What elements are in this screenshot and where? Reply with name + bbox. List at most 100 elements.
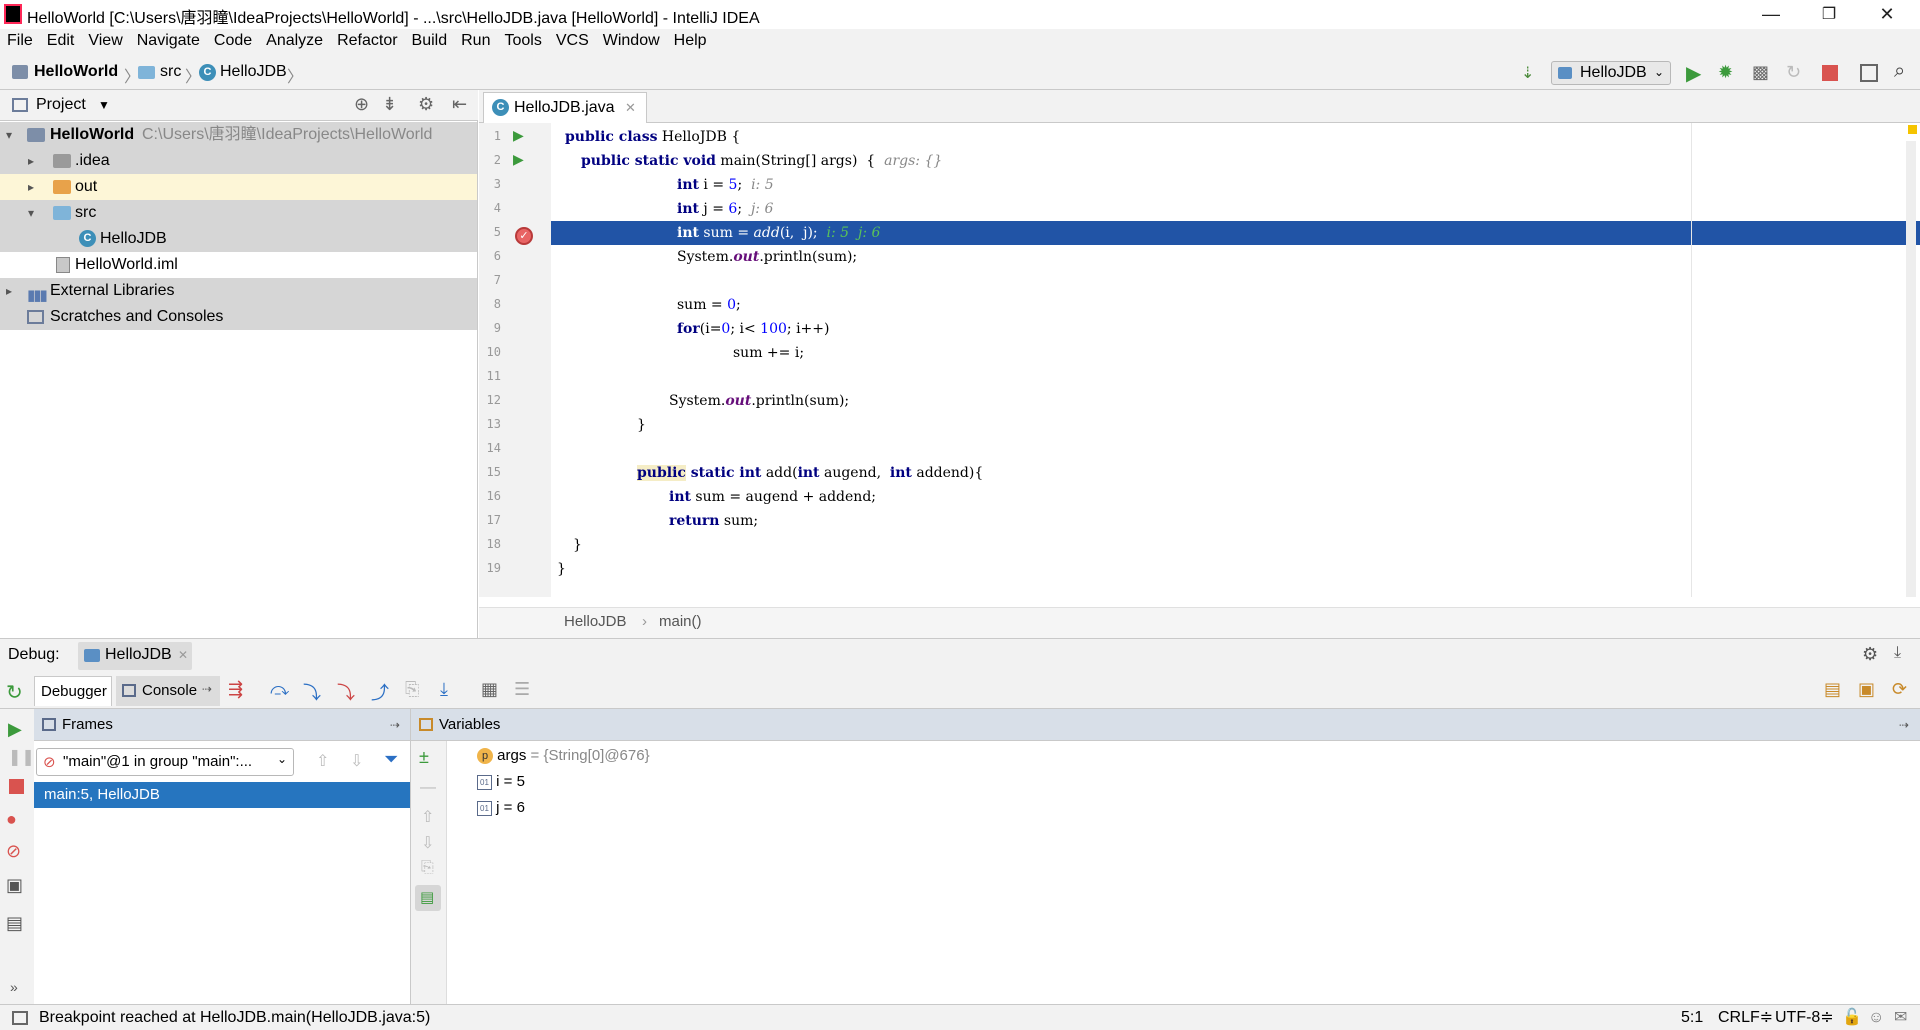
menu-file[interactable]: File bbox=[0, 29, 40, 53]
breadcrumb-method[interactable]: main() bbox=[659, 613, 702, 630]
chevron-down-icon[interactable]: ▾ bbox=[6, 122, 12, 148]
step-out-icon[interactable]: ⤴ bbox=[371, 679, 389, 705]
tab-console[interactable]: Console ⇢ bbox=[116, 676, 220, 706]
menu-code[interactable]: Code bbox=[207, 29, 259, 53]
step-into-icon[interactable]: ⤵ bbox=[303, 679, 321, 705]
menu-tools[interactable]: Tools bbox=[497, 29, 548, 53]
menu-analyze[interactable]: Analyze bbox=[259, 29, 330, 53]
stop-icon[interactable] bbox=[9, 779, 24, 794]
run-config-select[interactable]: HelloJDB ⌄ bbox=[1551, 61, 1671, 85]
collapse-all-icon[interactable]: ⇟ bbox=[382, 94, 397, 115]
menu-edit[interactable]: Edit bbox=[40, 29, 82, 53]
duplicate-icon[interactable]: ⎘ bbox=[421, 859, 434, 877]
menu-refactor[interactable]: Refactor bbox=[330, 29, 404, 53]
pin-icon[interactable]: ⇢ bbox=[202, 682, 212, 696]
lock-icon[interactable]: 🔓 bbox=[1842, 1005, 1862, 1030]
chevron-down-icon[interactable]: ▼ bbox=[98, 98, 110, 112]
tree-item-project-root[interactable]: ▾ HelloWorld C:\Users\唐羽瞳\IdeaProjects\H… bbox=[0, 122, 477, 148]
gear-icon[interactable]: ⚙ bbox=[1862, 644, 1878, 665]
new-watch-icon[interactable]: ± bbox=[419, 747, 429, 768]
breadcrumb-class[interactable]: HelloJDB bbox=[564, 613, 627, 630]
tree-item-out[interactable]: ▸ out bbox=[0, 174, 477, 200]
close-button[interactable]: ✕ bbox=[1858, 0, 1916, 29]
arrow-down-icon[interactable]: ⇩ bbox=[350, 751, 363, 771]
menu-view[interactable]: View bbox=[81, 29, 129, 53]
pin-icon[interactable]: ⇢ bbox=[1899, 709, 1909, 741]
run-gutter-icon[interactable]: ▶ bbox=[513, 151, 524, 168]
debug-icon[interactable]: ✹ bbox=[1718, 62, 1733, 83]
variable-row[interactable]: 01 i = 5 bbox=[477, 771, 525, 793]
gear-icon[interactable]: ⚙ bbox=[418, 94, 434, 115]
variable-row[interactable]: 01 j = 6 bbox=[477, 797, 525, 819]
tool-windows-icon[interactable] bbox=[12, 1011, 28, 1025]
run-to-cursor-icon[interactable]: ⤓ bbox=[440, 679, 448, 700]
locate-icon[interactable]: ⊕ bbox=[354, 94, 369, 115]
chevron-right-icon[interactable]: ▸ bbox=[28, 174, 34, 200]
filter-icon[interactable]: ⏷ bbox=[384, 749, 398, 770]
menu-navigate[interactable]: Navigate bbox=[130, 29, 207, 53]
thread-select[interactable]: ⊘ "main"@1 in group "main":... ⌄ bbox=[36, 748, 294, 776]
minimize-button[interactable]: — bbox=[1742, 0, 1800, 29]
evaluate-expression-icon[interactable]: ▦ bbox=[481, 679, 498, 700]
file-encoding[interactable]: UTF-8≑ bbox=[1775, 1005, 1834, 1030]
menu-build[interactable]: Build bbox=[405, 29, 455, 53]
drop-frame-icon[interactable]: ⎘ bbox=[405, 679, 419, 700]
restart-icon[interactable]: ⟳ bbox=[1892, 679, 1907, 700]
resume-icon[interactable]: ▶ bbox=[8, 719, 22, 740]
notifications-icon[interactable]: ✉ bbox=[1894, 1005, 1907, 1030]
settings-layout-icon[interactable]: ▣ bbox=[1858, 679, 1875, 700]
tree-item-iml[interactable]: HelloWorld.iml bbox=[0, 252, 477, 278]
breadcrumb-project[interactable]: HelloWorld bbox=[34, 63, 118, 81]
rerun-icon[interactable]: ↻ bbox=[1786, 62, 1801, 83]
force-step-into-icon[interactable]: ⤵ bbox=[337, 679, 355, 705]
chevron-right-icon[interactable]: ▸ bbox=[28, 148, 34, 174]
camera-icon[interactable]: ▣ bbox=[6, 875, 23, 896]
tree-item-src[interactable]: ▾ src bbox=[0, 200, 477, 226]
step-over-icon[interactable]: ⤼ bbox=[270, 679, 289, 700]
layout-icon[interactable]: ▤ bbox=[6, 913, 23, 934]
menu-run[interactable]: Run bbox=[454, 29, 497, 53]
pause-icon[interactable]: ❚❚ bbox=[8, 747, 35, 767]
tree-item-idea[interactable]: ▸ .idea bbox=[0, 148, 477, 174]
more-icon[interactable]: » bbox=[10, 979, 18, 995]
menu-help[interactable]: Help bbox=[667, 29, 714, 53]
show-watches-toggle[interactable]: ▤ bbox=[415, 885, 441, 911]
coverage-icon[interactable]: ▩ bbox=[1752, 62, 1769, 83]
build-icon[interactable]: ⇣ bbox=[1521, 63, 1534, 83]
tree-item-hellojdb[interactable]: C HelloJDB bbox=[0, 226, 477, 252]
project-structure-icon[interactable] bbox=[1860, 64, 1878, 82]
remove-watch-icon[interactable]: — bbox=[420, 779, 436, 797]
arrow-up-icon[interactable]: ⇧ bbox=[421, 807, 434, 827]
tab-debugger[interactable]: Debugger bbox=[34, 676, 112, 706]
tree-item-scratches[interactable]: Scratches and Consoles bbox=[0, 304, 477, 330]
stop-icon[interactable] bbox=[1822, 65, 1838, 81]
hide-icon[interactable]: ⤓ bbox=[1894, 644, 1901, 662]
scrollbar[interactable] bbox=[1906, 141, 1916, 597]
menu-window[interactable]: Window bbox=[596, 29, 667, 53]
inspector-icon[interactable]: ☺ bbox=[1868, 1005, 1884, 1030]
chevron-down-icon[interactable]: ▾ bbox=[28, 200, 34, 226]
tab-hellojdb-java[interactable]: C HelloJDB.java ✕ bbox=[483, 92, 647, 123]
line-separator[interactable]: CRLF≑ bbox=[1718, 1005, 1773, 1030]
tree-item-external-libraries[interactable]: ▸ ▮▮▮ External Libraries bbox=[0, 278, 477, 304]
rerun-icon[interactable]: ↻ bbox=[6, 680, 23, 705]
breadcrumb-src[interactable]: src bbox=[160, 63, 181, 81]
restore-layout-icon[interactable]: ▤ bbox=[1824, 679, 1841, 700]
caret-position[interactable]: 5:1 bbox=[1681, 1005, 1703, 1030]
variable-row[interactable]: p args = {String[0]@676} bbox=[477, 745, 650, 767]
arrow-up-icon[interactable]: ⇧ bbox=[316, 751, 329, 771]
maximize-button[interactable]: ❐ bbox=[1800, 0, 1858, 29]
pin-icon[interactable]: ⇢ bbox=[390, 709, 400, 741]
mute-breakpoints-icon[interactable]: ⊘ bbox=[6, 841, 21, 862]
close-icon[interactable]: ✕ bbox=[625, 100, 636, 115]
arrow-down-icon[interactable]: ⇩ bbox=[421, 833, 434, 853]
run-icon[interactable]: ▶ bbox=[1686, 61, 1701, 86]
breadcrumb-class[interactable]: HelloJDB bbox=[220, 63, 287, 81]
debug-session-tab[interactable]: HelloJDB ✕ bbox=[78, 642, 192, 670]
menu-vcs[interactable]: VCS bbox=[549, 29, 596, 53]
breakpoint-icon[interactable]: ✓ bbox=[515, 227, 533, 245]
view-breakpoints-icon[interactable]: ● bbox=[6, 809, 17, 830]
show-execution-point-icon[interactable]: ⇶ bbox=[228, 679, 243, 700]
trace-icon[interactable]: ☰ bbox=[514, 679, 530, 700]
close-icon[interactable]: ✕ bbox=[178, 648, 188, 662]
